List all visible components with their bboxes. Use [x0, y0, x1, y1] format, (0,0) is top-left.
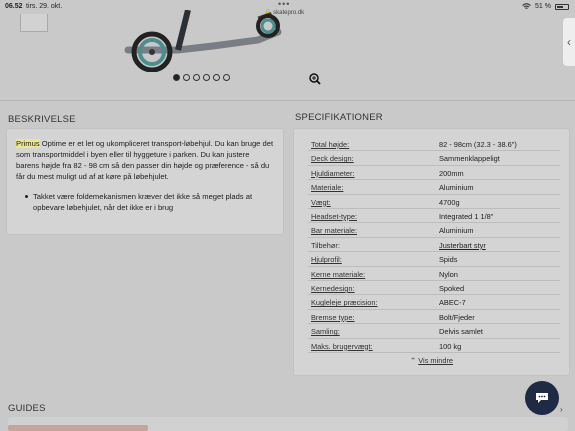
spec-value[interactable]: Justerbart styr — [439, 241, 486, 250]
highlighted-word: Primus — [16, 139, 40, 148]
spec-row: Tilbehør: Justerbart styr — [308, 238, 560, 253]
spec-value: Nylon — [439, 269, 458, 279]
chevron-right-icon[interactable]: › — [560, 405, 563, 414]
spec-row: Bar materiale: Aluminium — [308, 223, 560, 238]
spec-value: 100 kg — [439, 341, 462, 351]
spec-key[interactable]: Bremse type: — [311, 313, 355, 322]
spec-value: Sammenklappeligt — [439, 154, 500, 164]
wifi-icon — [522, 3, 531, 9]
spec-key[interactable]: Kernedesign: — [311, 284, 355, 293]
status-date: tirs. 29. okt. — [26, 3, 63, 10]
carousel-dots — [173, 74, 230, 81]
spec-row: Headset-type: Integrated 1 1/8" — [308, 209, 560, 224]
spec-value: Spids — [439, 255, 458, 265]
spec-key[interactable]: Kerne materiale: — [311, 270, 365, 279]
spec-value: Integrated 1 1/8" — [439, 212, 494, 221]
spec-key[interactable]: Total højde: — [311, 140, 349, 149]
carousel-dot[interactable] — [193, 74, 200, 81]
description-bullet: Takket være foldemekanismen kræver det i… — [16, 191, 274, 213]
spec-row: Deck design: Sammenklappeligt — [308, 151, 560, 166]
carousel-dot[interactable] — [183, 74, 190, 81]
spec-row: Bremse type: Bolt/Fjeder — [308, 310, 560, 325]
spec-value: Spoked — [439, 284, 465, 293]
spec-row: Vægt: 4700g — [308, 195, 560, 209]
spec-key[interactable]: Vægt: — [311, 198, 331, 207]
spec-key[interactable]: Materiale: — [311, 183, 343, 192]
spec-row: Kernedesign: Spoked — [308, 281, 560, 296]
spec-row: Total højde: 82 - 98cm (32.3 - 38.6") — [308, 137, 560, 152]
spec-box: ⌃ Vis mindre Total højde: 82 - 98cm (32.3… — [293, 128, 570, 376]
spec-key[interactable]: Maks. brugervægt: — [311, 342, 373, 351]
battery-icon — [555, 3, 569, 10]
carousel-dot[interactable] — [173, 74, 180, 81]
spec-key[interactable]: Hjulprofil: — [311, 255, 342, 264]
spec-value: Delvis samlet — [439, 327, 483, 337]
description-text: Primus Optime er et let og ukompliceret … — [16, 138, 274, 182]
description-box: Primus Optime er et let og ukompliceret … — [6, 128, 284, 235]
description-heading: BESKRIVELSE — [8, 114, 76, 125]
chat-button[interactable] — [525, 381, 559, 415]
status-time: 06.52 — [5, 3, 23, 10]
carousel-dot[interactable] — [203, 74, 210, 81]
spec-heading: SPECIFIKATIONER — [295, 112, 383, 123]
spec-key: Tilbehør: — [311, 240, 340, 250]
spec-row: Kugleleje præcision: ABEC-7 — [308, 295, 560, 310]
description-body: Optime er et let og ukompliceret transpo… — [16, 139, 274, 181]
spec-row: Maks. brugervægt: 100 kg — [308, 339, 560, 353]
spec-key[interactable]: Deck design: — [311, 154, 354, 163]
spec-row: Hjuldiameter: 200mm — [308, 166, 560, 181]
spec-value: 4700g — [439, 197, 460, 207]
spec-value: 82 - 98cm (32.3 - 38.6") — [439, 140, 517, 149]
chevron-left-icon[interactable]: ‹ — [563, 18, 575, 66]
zoom-icon[interactable] — [309, 73, 321, 85]
battery-percent: 51 % — [535, 3, 551, 10]
spec-key[interactable]: Hjuldiameter: — [311, 169, 355, 178]
spec-row: Materiale: Aluminium — [308, 180, 560, 195]
chat-icon — [536, 393, 548, 403]
spec-row: Samling: Delvis samlet — [308, 324, 560, 339]
spec-value: Bolt/Fjeder — [439, 312, 475, 322]
spec-value: ABEC-7 — [439, 298, 466, 308]
section-divider — [0, 100, 575, 101]
show-less-link[interactable]: ⌃ Vis mindre — [410, 356, 453, 365]
multitask-dots-icon[interactable]: ••• — [278, 0, 290, 9]
guides-heading: GUIDES — [8, 403, 46, 414]
spec-key[interactable]: Samling: — [311, 327, 340, 336]
product-image[interactable] — [118, 10, 288, 72]
spec-value: 200mm — [439, 168, 464, 178]
gallery-thumbnail[interactable] — [20, 14, 48, 32]
guide-image[interactable] — [8, 425, 148, 431]
carousel-dot[interactable] — [213, 74, 220, 81]
spec-value: Aluminium — [439, 226, 474, 236]
spec-key[interactable]: Kugleleje præcision: — [311, 298, 378, 307]
spec-value: Aluminium — [439, 183, 474, 193]
spec-row: Kerne materiale: Nylon — [308, 267, 560, 281]
carousel-dot[interactable] — [223, 74, 230, 81]
spec-row: Hjulprofil: Spids — [308, 252, 560, 267]
spec-key[interactable]: Headset-type: — [311, 212, 357, 221]
spec-key[interactable]: Bar materiale: — [311, 226, 357, 235]
